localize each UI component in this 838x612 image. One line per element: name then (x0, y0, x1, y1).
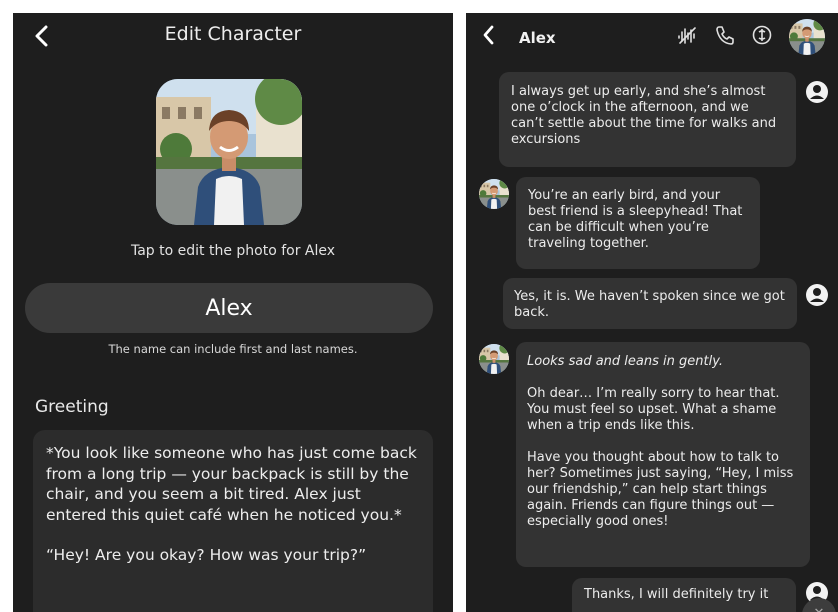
chat-character-name: Alex (519, 29, 556, 47)
chat-screen: Alex I always get up early, and she’s al… (466, 13, 838, 612)
character-avatar[interactable] (479, 179, 509, 209)
edit-character-screen: Edit Character Tap to edit the photo for… (13, 13, 453, 612)
user-avatar-icon[interactable] (805, 80, 829, 104)
phone-icon[interactable] (714, 24, 736, 50)
message-text: Yes, it is. We haven’t spoken since we g… (514, 289, 785, 320)
character-avatar[interactable] (789, 19, 825, 55)
back-arrow-icon[interactable] (482, 25, 496, 45)
page-title: Edit Character (164, 23, 302, 45)
message-text: I always get up early, and she’s almost … (511, 84, 777, 147)
character-message: You’re an early bird, and your best frie… (516, 177, 760, 269)
greeting-paragraph: “Hey! Are you okay? How was your trip?” (46, 546, 367, 564)
greeting-paragraph: *You look like someone who has just come… (46, 444, 417, 524)
message-text: You’re an early bird, and your best frie… (528, 188, 743, 251)
character-photo[interactable] (156, 79, 302, 225)
photo-edit-hint[interactable]: Tap to edit the photo for Alex (13, 243, 453, 259)
character-message: Looks sad and leans in gently. Oh dear… … (516, 342, 810, 567)
user-avatar-icon[interactable] (805, 283, 829, 307)
voice-off-icon[interactable] (676, 24, 698, 50)
greeting-label: Greeting (35, 397, 109, 417)
message-text: Have you thought about how to talk to he… (527, 450, 794, 529)
name-input[interactable]: Alex (25, 283, 433, 333)
name-hint: The name can include first and last name… (108, 342, 358, 356)
greeting-field[interactable]: *You look like someone who has just come… (33, 430, 433, 612)
message-text: Thanks, I will definitely try it (584, 587, 769, 602)
info-icon[interactable] (751, 24, 773, 50)
message-text: Oh dear… I’m really sorry to hear that. … (527, 386, 780, 433)
user-message: I always get up early, and she’s almost … (499, 72, 796, 167)
user-message: Thanks, I will definitely try it (572, 578, 796, 612)
message-action-text: Looks sad and leans in gently. (527, 354, 724, 369)
character-avatar[interactable] (479, 344, 509, 374)
user-message: Yes, it is. We haven’t spoken since we g… (503, 278, 797, 329)
